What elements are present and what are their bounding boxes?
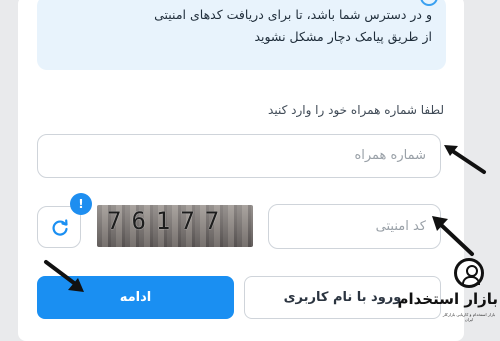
refresh-icon	[52, 219, 68, 236]
phone-label: لطفا شماره همراه خود را وارد کنید	[268, 103, 444, 117]
captcha-placeholder: کد امنیتی	[375, 219, 426, 234]
site-logo: بازار استخدام بازار استخدام و کاریابی با…	[397, 256, 499, 334]
logo-subtext: بازار استخدام و کاریابی بازارکار ایران	[442, 312, 496, 322]
info-line-2: از طریق پیامک دچار مشکل نشوید	[254, 29, 432, 44]
phone-input[interactable]: شماره همراه	[37, 134, 441, 178]
phone-placeholder: شماره همراه	[354, 148, 426, 163]
info-line-1: و در دسترس شما باشد، تا برای دریافت کدها…	[154, 7, 432, 22]
arrow-to-continue-icon	[44, 260, 84, 292]
logo-text: بازار استخدام	[397, 290, 499, 308]
arrow-to-captcha-icon	[432, 216, 474, 256]
arrow-to-phone-icon	[444, 145, 486, 174]
captcha-input[interactable]: کد امنیتی	[268, 204, 441, 249]
captcha-info-badge: !	[70, 193, 92, 215]
user-icon	[454, 258, 484, 288]
info-box: و در دسترس شما باشد، تا برای دریافت کدها…	[37, 0, 446, 70]
captcha-image-text: 76177	[107, 207, 230, 235]
captcha-image: 76177	[97, 205, 253, 247]
